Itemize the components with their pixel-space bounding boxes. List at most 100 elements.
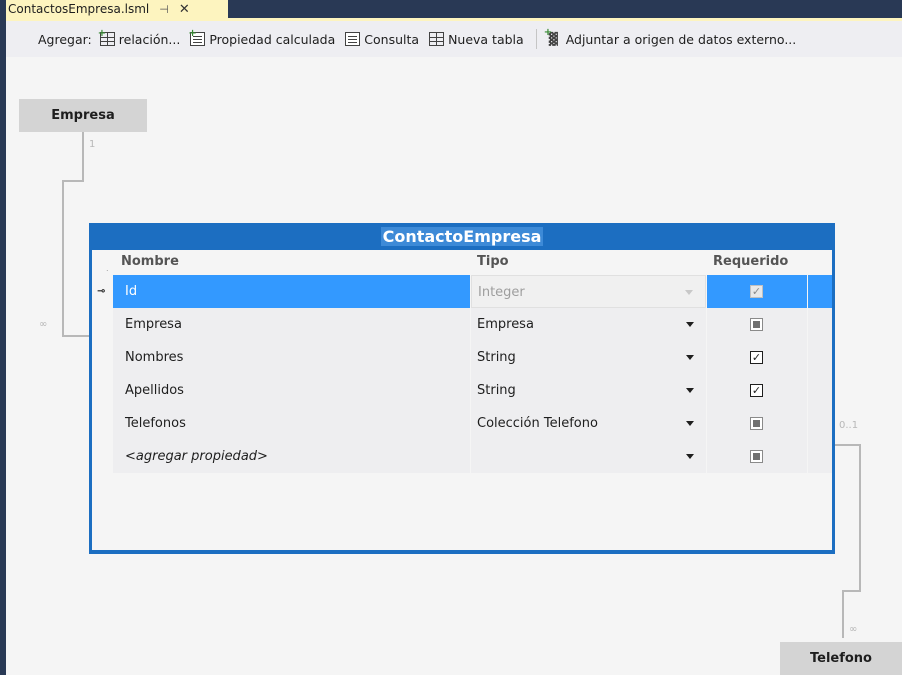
multiplicity-label: 0..1 — [839, 420, 859, 431]
property-required-cell[interactable]: ✓ — [707, 374, 807, 407]
attach-datasource-icon: + — [544, 27, 562, 46]
document-tab[interactable]: ContactosEmpresa.lsml ⊣ ✕ — [6, 0, 228, 18]
property-name: Nombres — [125, 350, 184, 365]
add-relation-button[interactable]: + relación... — [98, 28, 181, 47]
property-grid: Nombre Tipo Requerido . ⊸ Id Integer ✓ E… — [92, 250, 832, 550]
property-name: Telefonos — [125, 416, 186, 431]
property-type: Empresa — [477, 317, 534, 332]
add-property-row[interactable]: <agregar propiedad> — [95, 440, 832, 473]
property-type-dropdown[interactable]: Empresa — [471, 308, 706, 341]
property-required-cell[interactable]: ✓ — [707, 275, 807, 308]
attach-datasource-button[interactable]: + Adjuntar a origen de datos externo... — [544, 27, 797, 47]
connector-line — [842, 590, 844, 638]
connector-line — [62, 180, 64, 337]
chevron-down-icon — [686, 322, 694, 327]
property-name-cell[interactable]: Nombres — [113, 341, 470, 374]
query-icon — [345, 32, 361, 46]
property-type-dropdown[interactable]: Integer — [471, 275, 706, 308]
multiplicity-label: 1 — [89, 139, 96, 150]
required-checkbox[interactable]: ✓ — [750, 384, 763, 397]
row-tail — [808, 407, 832, 440]
row-selector[interactable]: ⊸ — [95, 275, 113, 308]
property-name-cell[interactable]: Apellidos — [113, 374, 470, 407]
connector-line — [82, 132, 84, 182]
row-tail — [808, 440, 832, 473]
chevron-down-icon — [686, 388, 694, 393]
add-property-placeholder: <agregar propiedad> — [125, 449, 268, 464]
new-table-icon — [429, 32, 445, 46]
related-entity-telefono-label: Telefono — [809, 651, 872, 666]
property-required-cell[interactable]: ✓ — [707, 341, 807, 374]
query-button[interactable]: Consulta — [345, 32, 419, 47]
new-table-button[interactable]: Nueva tabla — [429, 32, 524, 47]
required-checkbox[interactable] — [750, 417, 763, 430]
attach-datasource-label: Adjuntar a origen de datos externo... — [565, 31, 797, 47]
required-checkbox[interactable] — [750, 450, 763, 463]
designer-canvas[interactable]: Empresa 1 ∞ 0..1 ∞ Telefono ContactoEmpr… — [6, 57, 902, 675]
query-label: Consulta — [364, 31, 420, 47]
key-icon: ⊸ — [97, 286, 106, 297]
column-header-requerido[interactable]: Requerido — [713, 254, 788, 269]
add-label: Agregar: — [38, 31, 92, 47]
pin-icon[interactable]: ⊣ — [159, 3, 169, 16]
property-type: String — [477, 383, 516, 398]
connector-line — [62, 180, 84, 182]
computed-property-label: Propiedad calculada — [209, 31, 336, 47]
related-entity-empresa[interactable]: Empresa — [19, 99, 147, 132]
property-row[interactable]: Apellidos String ✓ — [95, 374, 832, 407]
chevron-down-icon — [685, 290, 693, 295]
entity-title: ContactoEmpresa — [89, 223, 835, 250]
property-name: Apellidos — [125, 383, 184, 398]
document-tab-strip: ContactosEmpresa.lsml ⊣ ✕ — [0, 0, 902, 18]
row-header-dot: . — [106, 264, 109, 273]
property-name-cell[interactable]: Id — [113, 275, 470, 308]
entity-designer: Agregar: + relación... + Propiedad calcu… — [6, 21, 902, 675]
connector-line — [835, 444, 861, 446]
row-tail — [808, 341, 832, 374]
related-entity-empresa-label: Empresa — [51, 108, 115, 123]
chevron-down-icon — [686, 355, 694, 360]
multiplicity-label: ∞ — [39, 319, 48, 330]
add-property-cell[interactable]: <agregar propiedad> — [113, 440, 470, 473]
property-row[interactable]: Telefonos Colección Telefono — [95, 407, 832, 440]
chevron-down-icon — [686, 454, 694, 459]
required-checkbox[interactable]: ✓ — [750, 285, 763, 298]
property-row[interactable]: ⊸ Id Integer ✓ — [95, 275, 832, 308]
connector-line — [842, 590, 861, 592]
property-required-cell[interactable] — [707, 407, 807, 440]
required-checkbox[interactable] — [750, 318, 763, 331]
property-name: Id — [125, 284, 138, 299]
add-relation-icon: + — [98, 28, 115, 46]
property-required-cell[interactable] — [707, 308, 807, 341]
new-table-label: Nueva tabla — [448, 31, 524, 47]
computed-property-button[interactable]: + Propiedad calculada — [188, 28, 336, 47]
column-header-nombre[interactable]: Nombre — [121, 254, 179, 269]
connector-line — [62, 335, 89, 337]
property-row[interactable]: Nombres String ✓ — [95, 341, 832, 374]
column-header-tipo[interactable]: Tipo — [477, 254, 509, 269]
property-name-cell[interactable]: Telefonos — [113, 407, 470, 440]
row-tail — [808, 308, 832, 341]
designer-toolbar: Agregar: + relación... + Propiedad calcu… — [6, 21, 902, 57]
entity-contactoempresa[interactable]: ContactoEmpresa Nombre Tipo Requerido . … — [89, 223, 835, 554]
chevron-down-icon — [686, 421, 694, 426]
property-type: String — [477, 350, 516, 365]
property-row[interactable]: Empresa Empresa — [95, 308, 832, 341]
row-tail — [808, 275, 832, 308]
property-type-dropdown[interactable] — [471, 440, 706, 473]
entity-title-text[interactable]: ContactoEmpresa — [380, 227, 544, 246]
property-type-dropdown[interactable]: String — [471, 374, 706, 407]
required-checkbox[interactable]: ✓ — [750, 351, 763, 364]
property-required-cell[interactable] — [707, 440, 807, 473]
row-tail — [808, 374, 832, 407]
related-entity-telefono[interactable]: Telefono — [780, 642, 902, 675]
computed-property-icon: + — [188, 28, 206, 46]
multiplicity-label: ∞ — [849, 624, 858, 635]
close-icon[interactable]: ✕ — [179, 2, 190, 17]
property-type-dropdown[interactable]: String — [471, 341, 706, 374]
property-name: Empresa — [125, 317, 182, 332]
property-type-dropdown[interactable]: Colección Telefono — [471, 407, 706, 440]
property-name-cell[interactable]: Empresa — [113, 308, 470, 341]
property-type: Integer — [478, 285, 525, 300]
connector-line — [859, 444, 861, 592]
